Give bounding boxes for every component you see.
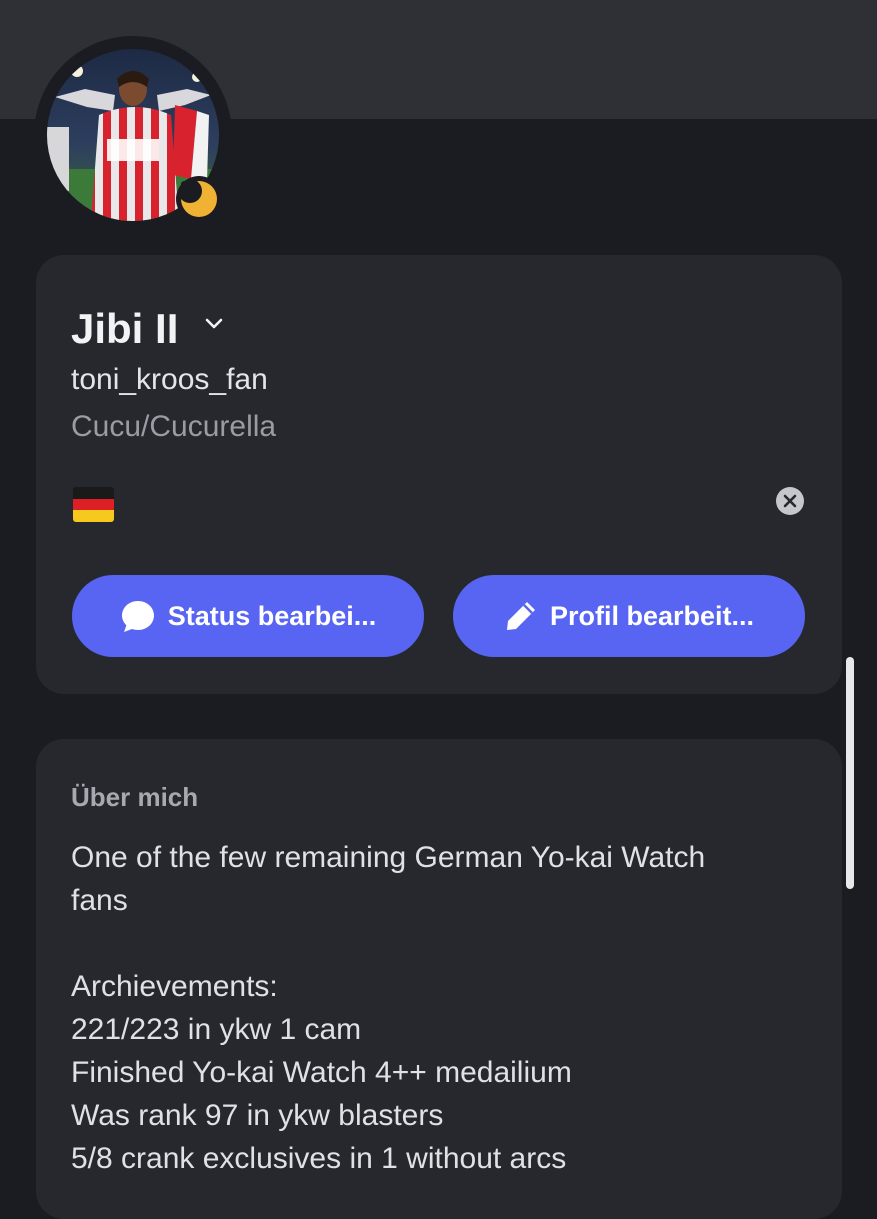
about-line (71, 922, 791, 965)
about-line: One of the few remaining German Yo-kai W… (71, 841, 706, 874)
edit-status-label: Status bearbei... (167, 600, 377, 631)
display-name[interactable]: Jibi II (71, 305, 178, 353)
about-text: One of the few remaining German Yo-kai W… (71, 836, 791, 1180)
about-card: Über mich One of the few remaining Germa… (36, 739, 842, 1219)
chevron-down-icon[interactable] (204, 317, 224, 331)
status-indicator (176, 176, 222, 222)
edit-status-button[interactable]: Status bearbei... (72, 575, 424, 657)
profile-card: Jibi II toni_kroos_fan Cucu/Cucurella St… (36, 255, 842, 694)
speech-bubble-icon (120, 598, 156, 634)
about-line: Finished Yo-kai Watch 4++ medailium (71, 1056, 572, 1089)
about-line: 5/8 crank exclusives in 1 without arcs (71, 1142, 567, 1175)
scrollbar[interactable] (846, 657, 854, 889)
edit-profile-label: Profil bearbeit... (549, 600, 755, 631)
pronouns: Cucu/Cucurella (71, 410, 277, 443)
clear-status-button[interactable] (776, 487, 804, 515)
edit-profile-button[interactable]: Profil bearbeit... (453, 575, 805, 657)
close-icon (783, 494, 797, 508)
about-line: Archievements: (71, 970, 278, 1003)
idle-moon-icon (181, 181, 217, 217)
about-title: Über mich (71, 782, 199, 812)
about-line: 221/223 in ykw 1 cam (71, 1013, 362, 1046)
about-line: Was rank 97 in ykw blasters (71, 1099, 444, 1132)
germany-flag-icon (73, 487, 114, 522)
username: toni_kroos_fan (71, 363, 268, 396)
about-line: fans (71, 884, 128, 917)
pencil-icon (504, 599, 538, 633)
